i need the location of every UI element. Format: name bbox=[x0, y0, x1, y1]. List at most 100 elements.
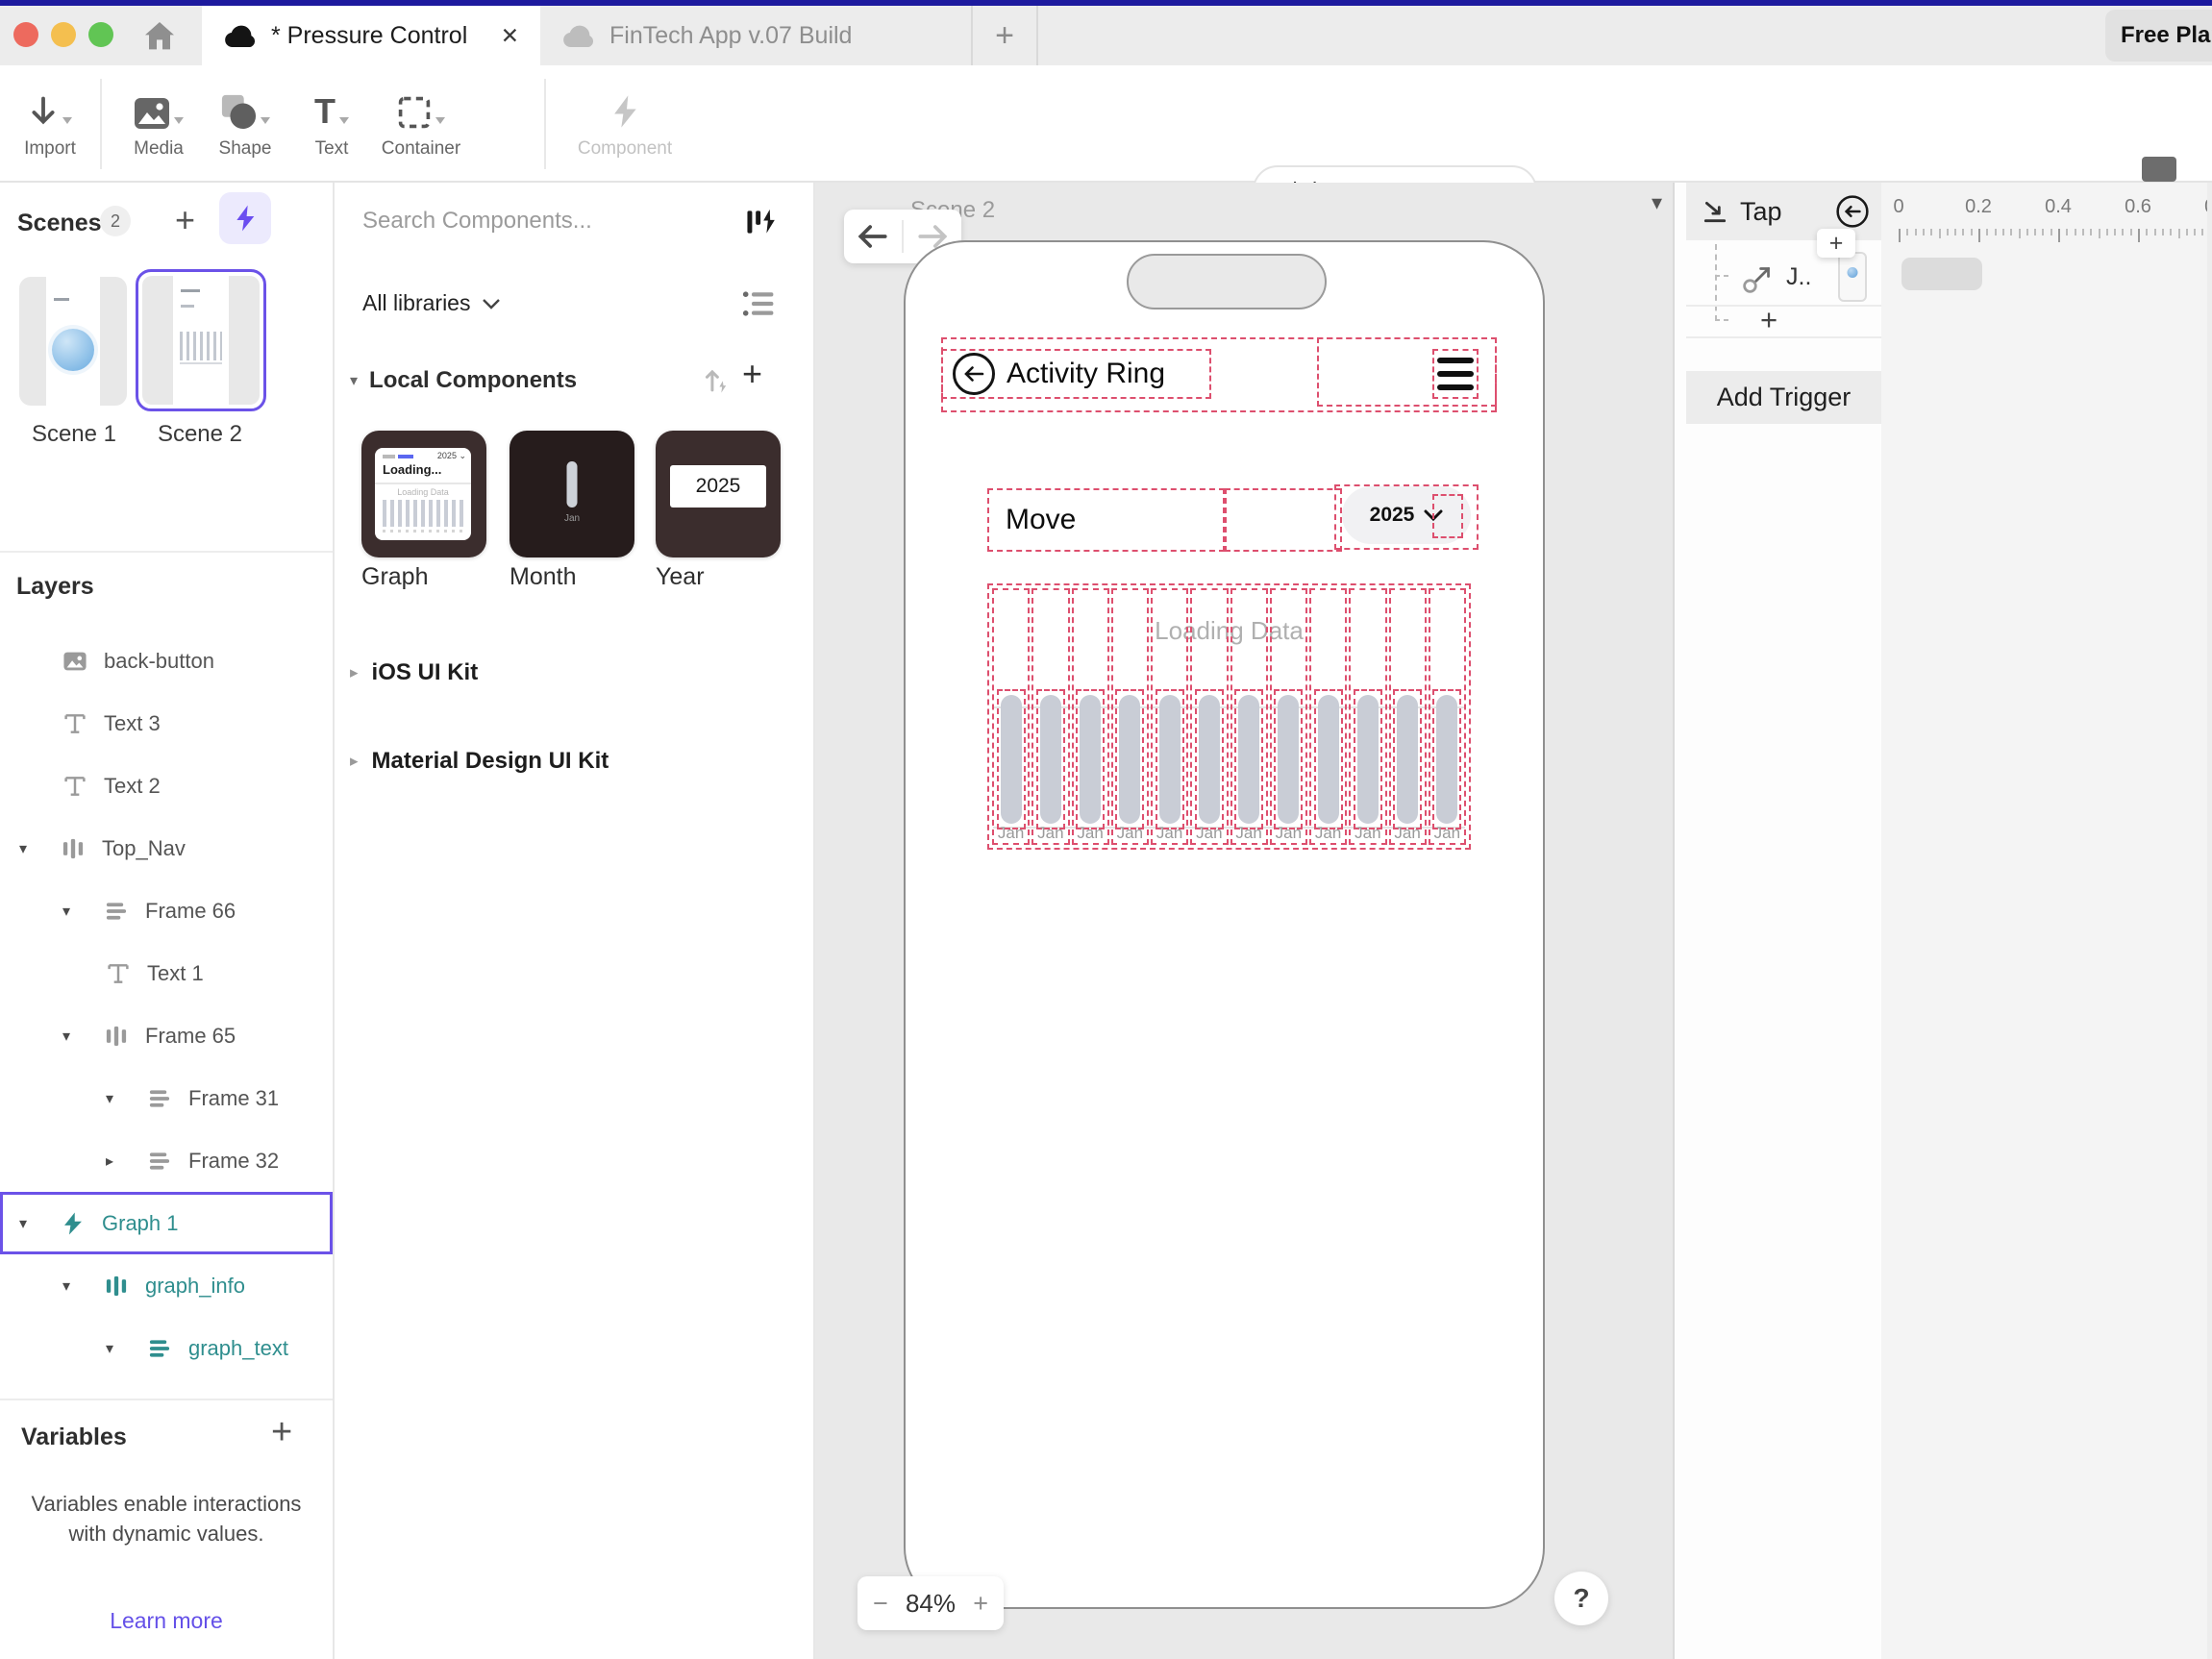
scene-1-label[interactable]: Scene 1 bbox=[10, 421, 138, 448]
list-view-icon[interactable] bbox=[742, 290, 775, 317]
tab-title: * Pressure Control bbox=[271, 22, 467, 50]
graph-column[interactable]: Jan bbox=[1151, 588, 1188, 845]
triangle-down-icon[interactable]: ▾ bbox=[350, 371, 358, 390]
media-button[interactable]: Media bbox=[112, 71, 205, 177]
add-action-button[interactable]: + bbox=[1817, 229, 1855, 258]
publish-components-icon[interactable] bbox=[702, 365, 731, 394]
graph-column[interactable]: Jan bbox=[1389, 588, 1427, 845]
triangle-down-icon[interactable]: ▾ bbox=[62, 1276, 104, 1296]
layer-row-text-3[interactable]: Text 3 bbox=[0, 692, 333, 755]
free-plan-badge[interactable]: Free Plan bbox=[2105, 10, 2212, 62]
layer-row-frame-31[interactable]: ▾Frame 31 bbox=[0, 1067, 333, 1129]
hamburger-menu-icon[interactable] bbox=[1432, 349, 1479, 399]
component-card-year[interactable]: 2025 bbox=[656, 431, 781, 557]
layer-row-text-1[interactable]: Text 1 bbox=[0, 942, 333, 1004]
layer-row-text-2[interactable]: Text 2 bbox=[0, 755, 333, 817]
jump-action-label[interactable]: J.. bbox=[1786, 263, 1811, 291]
new-tab-button[interactable]: + bbox=[973, 6, 1038, 65]
component-button[interactable]: Component bbox=[579, 71, 671, 177]
layer-row-frame-32[interactable]: ▸Frame 32 bbox=[0, 1129, 333, 1192]
graph-column[interactable]: Jan bbox=[1270, 588, 1307, 845]
local-components-section-header[interactable]: ▾ Local Components bbox=[350, 367, 577, 394]
timeline-track-bar[interactable] bbox=[1901, 258, 1982, 290]
selection-box-title-group[interactable]: Activity Ring bbox=[941, 349, 1211, 399]
text-tool-button[interactable]: T Text bbox=[286, 71, 378, 177]
iphone-mockup[interactable]: Activity Ring Move 2025 Loading Data Jan… bbox=[904, 240, 1545, 1609]
zoom-level[interactable]: 84% bbox=[906, 1589, 956, 1619]
layer-row-graph-text[interactable]: ▾graph_text bbox=[0, 1317, 333, 1379]
scene-2-thumbnail-selected[interactable] bbox=[136, 269, 266, 411]
scene-2-label[interactable]: Scene 2 bbox=[136, 421, 264, 448]
import-button[interactable]: Import bbox=[4, 71, 96, 177]
undo-back-button[interactable] bbox=[844, 224, 902, 249]
graph-column[interactable]: Jan bbox=[1111, 588, 1149, 845]
material-design-ui-kit-section[interactable]: ▸ Material Design UI Kit bbox=[350, 748, 609, 775]
layer-row-graph-1[interactable]: ▾Graph 1 bbox=[0, 1192, 333, 1254]
back-arrow-icon[interactable] bbox=[953, 353, 995, 395]
selection-box-chevron[interactable] bbox=[1432, 494, 1463, 538]
shape-button[interactable]: Shape bbox=[199, 71, 291, 177]
graph-column[interactable]: Jan bbox=[1429, 588, 1466, 845]
add-trigger-button[interactable]: Add Trigger bbox=[1686, 371, 1881, 424]
ruler-tick bbox=[2178, 229, 2180, 238]
graph-column[interactable]: Jan bbox=[1230, 588, 1268, 845]
component-card-graph[interactable]: 2025 ⌄ Loading... Loading Data bbox=[361, 431, 486, 557]
triangle-down-icon[interactable]: ▾ bbox=[106, 1089, 147, 1108]
triangle-down-icon[interactable]: ▾ bbox=[62, 902, 104, 921]
home-icon[interactable] bbox=[140, 17, 179, 56]
triangle-right-icon[interactable]: ▸ bbox=[350, 663, 359, 682]
layer-row-frame-66[interactable]: ▾Frame 66 bbox=[0, 879, 333, 942]
scrollbar[interactable] bbox=[2207, 183, 2212, 1659]
layer-row-back-button[interactable]: back-button bbox=[0, 630, 333, 692]
panel-collapse-icon[interactable]: ▾ bbox=[1652, 190, 1662, 215]
layer-row-top-nav[interactable]: ▾Top_Nav bbox=[0, 817, 333, 879]
help-button[interactable]: ? bbox=[1554, 1572, 1608, 1625]
triangle-down-icon[interactable]: ▾ bbox=[106, 1339, 147, 1358]
maximize-window-button[interactable] bbox=[88, 22, 113, 47]
graph-column[interactable]: Jan bbox=[1349, 588, 1386, 845]
add-variable-button[interactable]: + bbox=[271, 1412, 292, 1453]
graph-column[interactable]: Jan bbox=[1190, 588, 1228, 845]
add-component-button[interactable]: + bbox=[742, 354, 762, 394]
triangle-right-icon[interactable]: ▸ bbox=[106, 1151, 147, 1171]
bar-month-label: Jan bbox=[1430, 824, 1464, 843]
component-list-lightning-icon[interactable] bbox=[746, 208, 777, 236]
selection-box-spacer[interactable] bbox=[1225, 488, 1342, 552]
jump-to-scene-icon[interactable] bbox=[1742, 260, 1777, 294]
tab-pressure-control[interactable]: * Pressure Control ✕ bbox=[202, 6, 540, 65]
timeline-area[interactable] bbox=[1881, 183, 2212, 1659]
component-card-month[interactable]: Jan bbox=[510, 431, 634, 557]
layer-row-graph-info[interactable]: ▾graph_info bbox=[0, 1254, 333, 1317]
triangle-down-icon[interactable]: ▾ bbox=[19, 1214, 61, 1233]
interactions-lightning-button[interactable] bbox=[219, 192, 271, 244]
learn-more-link[interactable]: Learn more bbox=[0, 1608, 333, 1634]
graph-component-selected[interactable]: Loading Data JanJanJanJanJanJanJanJanJan… bbox=[987, 583, 1471, 850]
scene-1-thumbnail[interactable] bbox=[19, 277, 127, 406]
libraries-dropdown[interactable]: All libraries bbox=[362, 290, 501, 316]
graph-column[interactable]: Jan bbox=[1031, 588, 1069, 845]
graph-column[interactable]: Jan bbox=[992, 588, 1030, 845]
selection-box-metric[interactable]: Move bbox=[987, 488, 1225, 552]
zoom-out-button[interactable]: − bbox=[873, 1589, 888, 1619]
zoom-in-button[interactable]: + bbox=[973, 1589, 988, 1619]
triangle-right-icon[interactable]: ▸ bbox=[350, 752, 359, 771]
design-canvas[interactable]: Scene 2 Activity Ring bbox=[815, 183, 1673, 1659]
search-components-input[interactable]: Search Components... bbox=[362, 208, 592, 235]
text-layer-icon bbox=[62, 711, 87, 736]
triangle-down-icon[interactable]: ▾ bbox=[62, 1027, 104, 1046]
triangle-down-icon[interactable]: ▾ bbox=[19, 839, 61, 858]
bar-month-label: Jan bbox=[1351, 824, 1384, 843]
close-window-button[interactable] bbox=[13, 22, 38, 47]
minimize-window-button[interactable] bbox=[51, 22, 76, 47]
scene-thumbnail-mini[interactable] bbox=[1838, 252, 1867, 302]
add-step-button[interactable]: + bbox=[1750, 304, 1788, 336]
container-button[interactable]: Container bbox=[375, 71, 467, 177]
tab-fintech-app[interactable]: FinTech App v.07 Build bbox=[540, 6, 973, 65]
graph-column[interactable]: Jan bbox=[1072, 588, 1109, 845]
back-circle-icon[interactable] bbox=[1835, 194, 1870, 229]
ios-ui-kit-section[interactable]: ▸ iOS UI Kit bbox=[350, 659, 478, 686]
layer-row-frame-65[interactable]: ▾Frame 65 bbox=[0, 1004, 333, 1067]
close-tab-icon[interactable]: ✕ bbox=[501, 23, 519, 49]
graph-column[interactable]: Jan bbox=[1309, 588, 1347, 845]
add-scene-button[interactable]: + bbox=[175, 200, 195, 240]
